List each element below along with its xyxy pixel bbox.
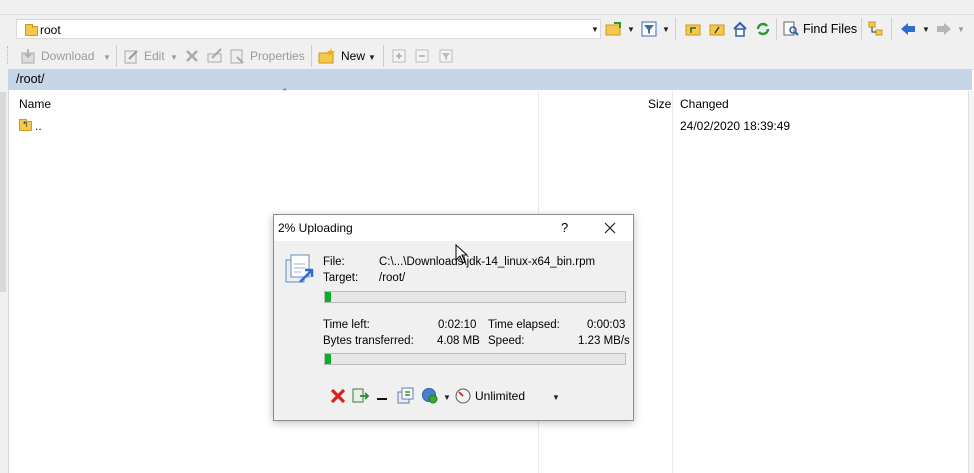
column-changed-header[interactable]: Changed [680,97,729,111]
edit-icon [124,50,138,64]
properties-icon [230,49,244,64]
edit-label: Edit [144,49,165,63]
column-name-header[interactable]: Name [19,97,51,111]
queue-icon[interactable] [397,387,415,405]
properties-label: Properties [250,49,305,63]
separator [383,45,384,67]
dialog-titlebar: 2% Uploading ? [274,215,633,241]
current-path: /root/ [16,72,45,86]
time-left-label: Time left: [323,319,370,331]
properties-button[interactable]: Properties [229,47,305,65]
forward-arrow-icon[interactable] [934,19,954,39]
mouse-cursor-icon [455,243,469,264]
target-label: Target: [323,272,359,284]
speed-value: 1.23 MB/s [578,335,630,347]
address-toolbar: root ▼ ▼ ▼ Find Files ▼ ▼ [0,15,974,43]
filter-dropdown-icon[interactable]: ▼ [662,25,670,34]
separator [891,18,892,40]
time-left-value: 0:02:10 [438,319,477,331]
separator [861,18,862,40]
parent-directory-icon[interactable] [683,19,703,39]
edit-button[interactable]: Edit [123,47,165,65]
address-combobox[interactable]: root [16,19,601,39]
speedometer-icon [455,388,471,404]
column-header-row: ⌃ Name Size Changed [9,87,968,115]
parent-arrow-glyph: ↰ [22,120,29,129]
top-strip [0,0,974,15]
file-progress-fill [325,292,331,302]
dialog-title: 2% Uploading [278,221,353,235]
select-plus-icon[interactable] [389,46,409,66]
tree-icon[interactable] [866,19,886,39]
speed-limit-dropdown[interactable]: Unlimited [455,386,525,406]
upload-progress-dialog: 2% Uploading ? File: C:\...\Downloads\jd… [273,214,634,421]
download-button[interactable]: Download [20,47,94,65]
help-button[interactable]: ? [561,220,568,235]
separator [776,18,777,40]
open-directory-dropdown-icon[interactable]: ▼ [627,25,635,34]
target-value: /root/ [379,272,406,284]
toolbar-grip [7,46,11,64]
new-folder-icon [318,48,335,64]
file-progress-bar [324,291,626,303]
address-path-value: root [40,23,61,37]
file-label: File: [323,256,345,268]
select-filter-icon[interactable] [436,46,456,66]
cancel-icon[interactable] [330,388,346,404]
root-directory-icon[interactable] [707,19,727,39]
file-value: C:\...\Downloads\jdk-14_linux-x64_bin.rp… [379,256,596,268]
time-elapsed-label: Time elapsed: [488,319,560,331]
download-icon [21,49,35,64]
upload-icon [283,252,315,284]
open-directory-icon[interactable] [604,19,624,39]
address-dropdown-icon[interactable]: ▼ [591,25,599,34]
table-row[interactable]: ↰ .. 24/02/2020 18:39:49 [9,117,968,135]
rename-icon[interactable] [205,46,225,66]
file-toolbar: Download ▼ Edit ▼ Properties New ▼ [0,43,974,70]
find-files-label: Find Files [803,22,858,36]
separator [675,18,676,40]
new-button[interactable]: New [318,47,365,65]
delete-icon[interactable] [182,46,202,66]
column-gridline [672,91,673,473]
speed-limit-dropdown-icon[interactable]: ▼ [552,393,560,402]
bytes-transferred-label: Bytes transferred: [323,335,414,347]
new-dropdown-icon[interactable]: ▼ [368,53,376,62]
total-progress-bar [324,353,626,365]
time-elapsed-value: 0:00:03 [587,319,626,331]
separator [116,45,117,67]
column-size-header[interactable]: Size [648,97,671,111]
refresh-icon[interactable] [753,19,773,39]
row-changed: 24/02/2020 18:39:49 [680,119,791,133]
path-bar: /root/ [8,69,972,90]
forward-dropdown-icon[interactable]: ▼ [957,25,965,34]
once-done-icon[interactable] [421,387,439,405]
find-files-button[interactable]: Find Files [783,19,857,39]
separator [311,45,312,67]
back-dropdown-icon[interactable]: ▼ [922,25,930,34]
home-icon[interactable] [730,19,750,39]
row-name: .. [35,119,42,133]
right-scroll-edge[interactable] [968,91,974,473]
download-label: Download [41,49,95,63]
folder-icon [25,24,38,36]
minimize-icon[interactable] [377,398,387,400]
speed-label: Speed: [488,335,525,347]
download-dropdown-icon[interactable]: ▼ [103,53,111,62]
once-done-dropdown-icon[interactable]: ▼ [443,393,451,402]
left-panel-scroll-indicator[interactable] [0,92,6,292]
close-icon[interactable] [604,222,616,234]
find-files-icon [783,21,799,36]
new-label: New [341,49,366,63]
back-arrow-icon[interactable] [898,19,918,39]
select-minus-icon[interactable] [412,46,432,66]
bytes-transferred-value: 4.08 MB [437,335,480,347]
background-transfer-icon[interactable] [352,387,370,405]
sort-arrow-icon: ⌃ [281,87,289,97]
speed-limit-value: Unlimited [475,389,526,403]
filter-icon[interactable] [639,19,659,39]
total-progress-fill [325,354,331,364]
edit-dropdown-icon[interactable]: ▼ [170,53,178,62]
